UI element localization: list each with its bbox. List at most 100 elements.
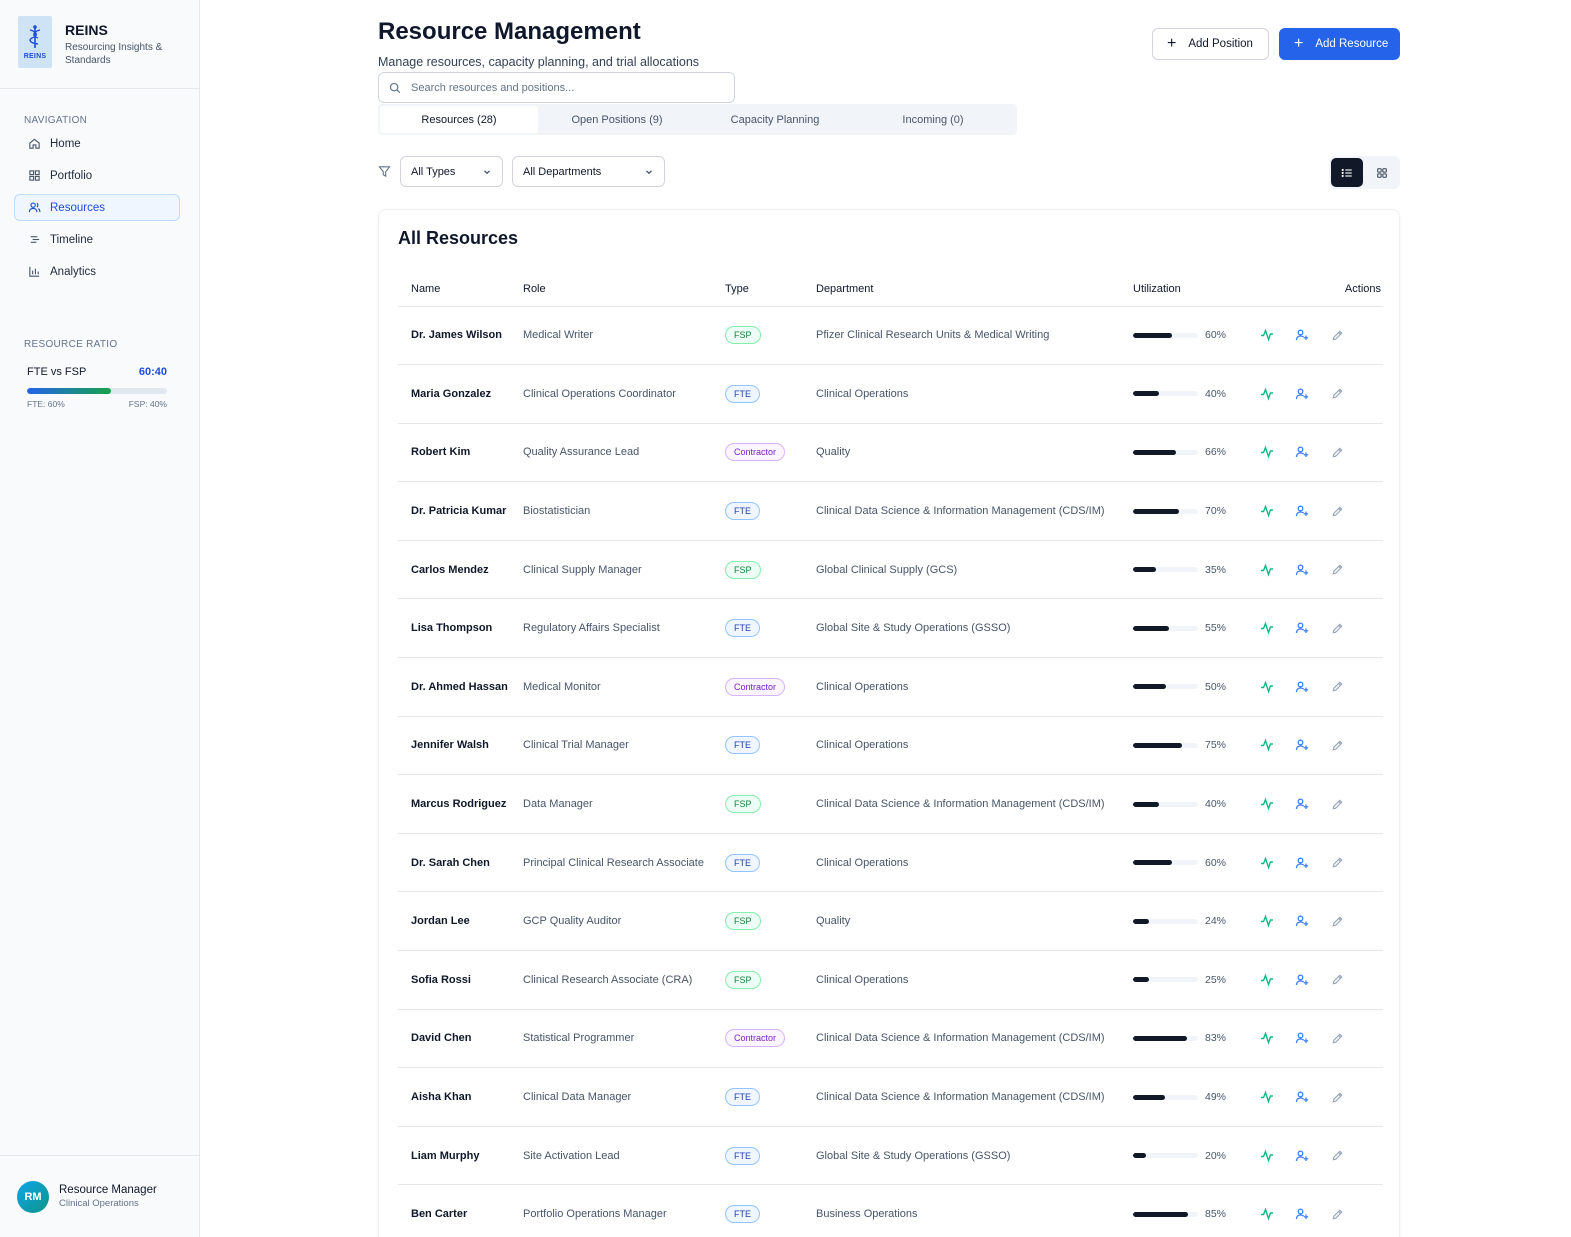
edit-button[interactable] bbox=[1328, 326, 1346, 344]
resource-name[interactable]: Marcus Rodriguez bbox=[398, 774, 523, 834]
edit-button[interactable] bbox=[1328, 678, 1346, 696]
assign-button[interactable] bbox=[1293, 502, 1311, 520]
table-row[interactable]: Lisa Thompson Regulatory Affairs Speciali… bbox=[398, 598, 1383, 659]
table-row[interactable]: Robert Kim Quality Assurance Lead Contract… bbox=[398, 423, 1383, 483]
assign-button[interactable] bbox=[1293, 385, 1311, 403]
edit-button[interactable] bbox=[1328, 1088, 1346, 1106]
assign-button[interactable] bbox=[1293, 736, 1311, 754]
edit-button[interactable] bbox=[1328, 385, 1346, 403]
column-header-name[interactable]: Name bbox=[398, 272, 523, 307]
sidebar-item-resources[interactable]: Resources bbox=[14, 194, 180, 221]
resource-name[interactable]: David Chen bbox=[398, 1009, 523, 1069]
activity-button[interactable] bbox=[1258, 326, 1276, 344]
department-filter-select[interactable]: All Departments bbox=[512, 156, 665, 187]
edit-button[interactable] bbox=[1328, 971, 1346, 989]
assign-button[interactable] bbox=[1293, 1088, 1311, 1106]
resource-name[interactable]: Robert Kim bbox=[398, 423, 523, 483]
activity-button[interactable] bbox=[1258, 619, 1276, 637]
column-header-type[interactable]: Type bbox=[725, 272, 816, 307]
assign-button[interactable] bbox=[1293, 1205, 1311, 1223]
search-input[interactable] bbox=[411, 81, 711, 94]
activity-button[interactable] bbox=[1258, 736, 1276, 754]
resource-name[interactable]: Maria Gonzalez bbox=[398, 364, 523, 424]
tab-resources[interactable]: Resources (28) bbox=[380, 106, 538, 133]
tab-incoming[interactable]: Incoming (0) bbox=[854, 106, 1012, 133]
sidebar-item-portfolio[interactable]: Portfolio bbox=[14, 162, 180, 189]
resource-name[interactable]: Aisha Khan bbox=[398, 1067, 523, 1127]
table-row[interactable]: Carlos Mendez Clinical Supply Manager FSP G… bbox=[398, 540, 1383, 600]
assign-button[interactable] bbox=[1293, 1147, 1311, 1165]
column-header-utilization[interactable]: Utilization bbox=[1133, 272, 1258, 307]
edit-button[interactable] bbox=[1328, 619, 1346, 637]
resource-name[interactable]: Dr. Ahmed Hassan bbox=[398, 657, 523, 717]
grid-view-button[interactable] bbox=[1366, 158, 1398, 187]
sidebar-item-timeline[interactable]: Timeline bbox=[14, 226, 180, 253]
edit-button[interactable] bbox=[1328, 443, 1346, 461]
resource-name[interactable]: Carlos Mendez bbox=[398, 540, 523, 600]
activity-button[interactable] bbox=[1258, 1147, 1276, 1165]
resource-name[interactable]: Lisa Thompson bbox=[398, 598, 523, 659]
activity-button[interactable] bbox=[1258, 1088, 1276, 1106]
assign-button[interactable] bbox=[1293, 678, 1311, 696]
edit-button[interactable] bbox=[1328, 502, 1346, 520]
table-row[interactable]: Jennifer Walsh Clinical Trial Manager FTE C… bbox=[398, 716, 1383, 776]
edit-button[interactable] bbox=[1328, 561, 1346, 579]
edit-button[interactable] bbox=[1328, 1205, 1346, 1223]
brand[interactable]: REINS REINS Resourcing Insights & Standa… bbox=[0, 0, 199, 89]
table-row[interactable]: Jordan Lee GCP Quality Auditor FSP Quality 2… bbox=[398, 891, 1383, 952]
activity-button[interactable] bbox=[1258, 1029, 1276, 1047]
activity-button[interactable] bbox=[1258, 385, 1276, 403]
tab-capacity-planning[interactable]: Capacity Planning bbox=[696, 106, 854, 133]
activity-button[interactable] bbox=[1258, 561, 1276, 579]
edit-button[interactable] bbox=[1328, 1147, 1346, 1165]
add-position-button[interactable]: + Add Position bbox=[1152, 28, 1269, 60]
table-row[interactable]: Dr. Sarah Chen Principal Clinical Researc… bbox=[398, 833, 1383, 893]
resource-name[interactable]: Jennifer Walsh bbox=[398, 716, 523, 776]
assign-button[interactable] bbox=[1293, 854, 1311, 872]
sidebar-item-home[interactable]: Home bbox=[14, 130, 180, 157]
activity-button[interactable] bbox=[1258, 1205, 1276, 1223]
resource-name[interactable]: Jordan Lee bbox=[398, 891, 523, 952]
edit-button[interactable] bbox=[1328, 854, 1346, 872]
add-resource-button[interactable]: + Add Resource bbox=[1279, 28, 1400, 60]
edit-button[interactable] bbox=[1328, 736, 1346, 754]
assign-button[interactable] bbox=[1293, 443, 1311, 461]
list-view-button[interactable] bbox=[1331, 158, 1363, 187]
table-row[interactable]: Aisha Khan Clinical Data Manager FTE Clinic… bbox=[398, 1067, 1383, 1127]
sidebar-item-analytics[interactable]: Analytics bbox=[14, 258, 180, 285]
assign-button[interactable] bbox=[1293, 561, 1311, 579]
resource-name[interactable]: Dr. James Wilson bbox=[398, 306, 523, 366]
resource-name[interactable]: Dr. Patricia Kumar bbox=[398, 481, 523, 541]
resource-name[interactable]: Dr. Sarah Chen bbox=[398, 833, 523, 893]
table-row[interactable]: Ben Carter Portfolio Operations Manager FT… bbox=[398, 1184, 1383, 1237]
column-header-role[interactable]: Role bbox=[523, 272, 725, 307]
user-profile[interactable]: RM Resource Manager Clinical Operations bbox=[0, 1155, 199, 1237]
activity-button[interactable] bbox=[1258, 912, 1276, 930]
assign-button[interactable] bbox=[1293, 971, 1311, 989]
table-row[interactable]: Dr. James Wilson Medical Writer FSP Pfizer … bbox=[398, 306, 1383, 366]
assign-button[interactable] bbox=[1293, 795, 1311, 813]
assign-button[interactable] bbox=[1293, 619, 1311, 637]
table-row[interactable]: Sofia Rossi Clinical Research Associate (… bbox=[398, 950, 1383, 1010]
activity-button[interactable] bbox=[1258, 443, 1276, 461]
edit-button[interactable] bbox=[1328, 1029, 1346, 1047]
table-row[interactable]: Liam Murphy Site Activation Lead FTE Global… bbox=[398, 1126, 1383, 1186]
table-row[interactable]: Marcus Rodriguez Data Manager FSP Clinical … bbox=[398, 774, 1383, 834]
resource-name[interactable]: Sofia Rossi bbox=[398, 950, 523, 1010]
activity-button[interactable] bbox=[1258, 971, 1276, 989]
table-row[interactable]: Dr. Ahmed Hassan Medical Monitor Contracto… bbox=[398, 657, 1383, 717]
edit-button[interactable] bbox=[1328, 912, 1346, 930]
activity-button[interactable] bbox=[1258, 678, 1276, 696]
table-row[interactable]: Maria Gonzalez Clinical Operations Coordi… bbox=[398, 364, 1383, 424]
column-header-department[interactable]: Department bbox=[816, 272, 1133, 307]
assign-button[interactable] bbox=[1293, 912, 1311, 930]
activity-button[interactable] bbox=[1258, 795, 1276, 813]
activity-button[interactable] bbox=[1258, 502, 1276, 520]
assign-button[interactable] bbox=[1293, 326, 1311, 344]
resource-name[interactable]: Liam Murphy bbox=[398, 1126, 523, 1186]
tab-open-positions[interactable]: Open Positions (9) bbox=[538, 106, 696, 133]
resource-name[interactable]: Ben Carter bbox=[398, 1184, 523, 1237]
type-filter-select[interactable]: All Types bbox=[400, 156, 503, 187]
table-row[interactable]: Dr. Patricia Kumar Biostatistician FTE Clin… bbox=[398, 481, 1383, 541]
activity-button[interactable] bbox=[1258, 854, 1276, 872]
